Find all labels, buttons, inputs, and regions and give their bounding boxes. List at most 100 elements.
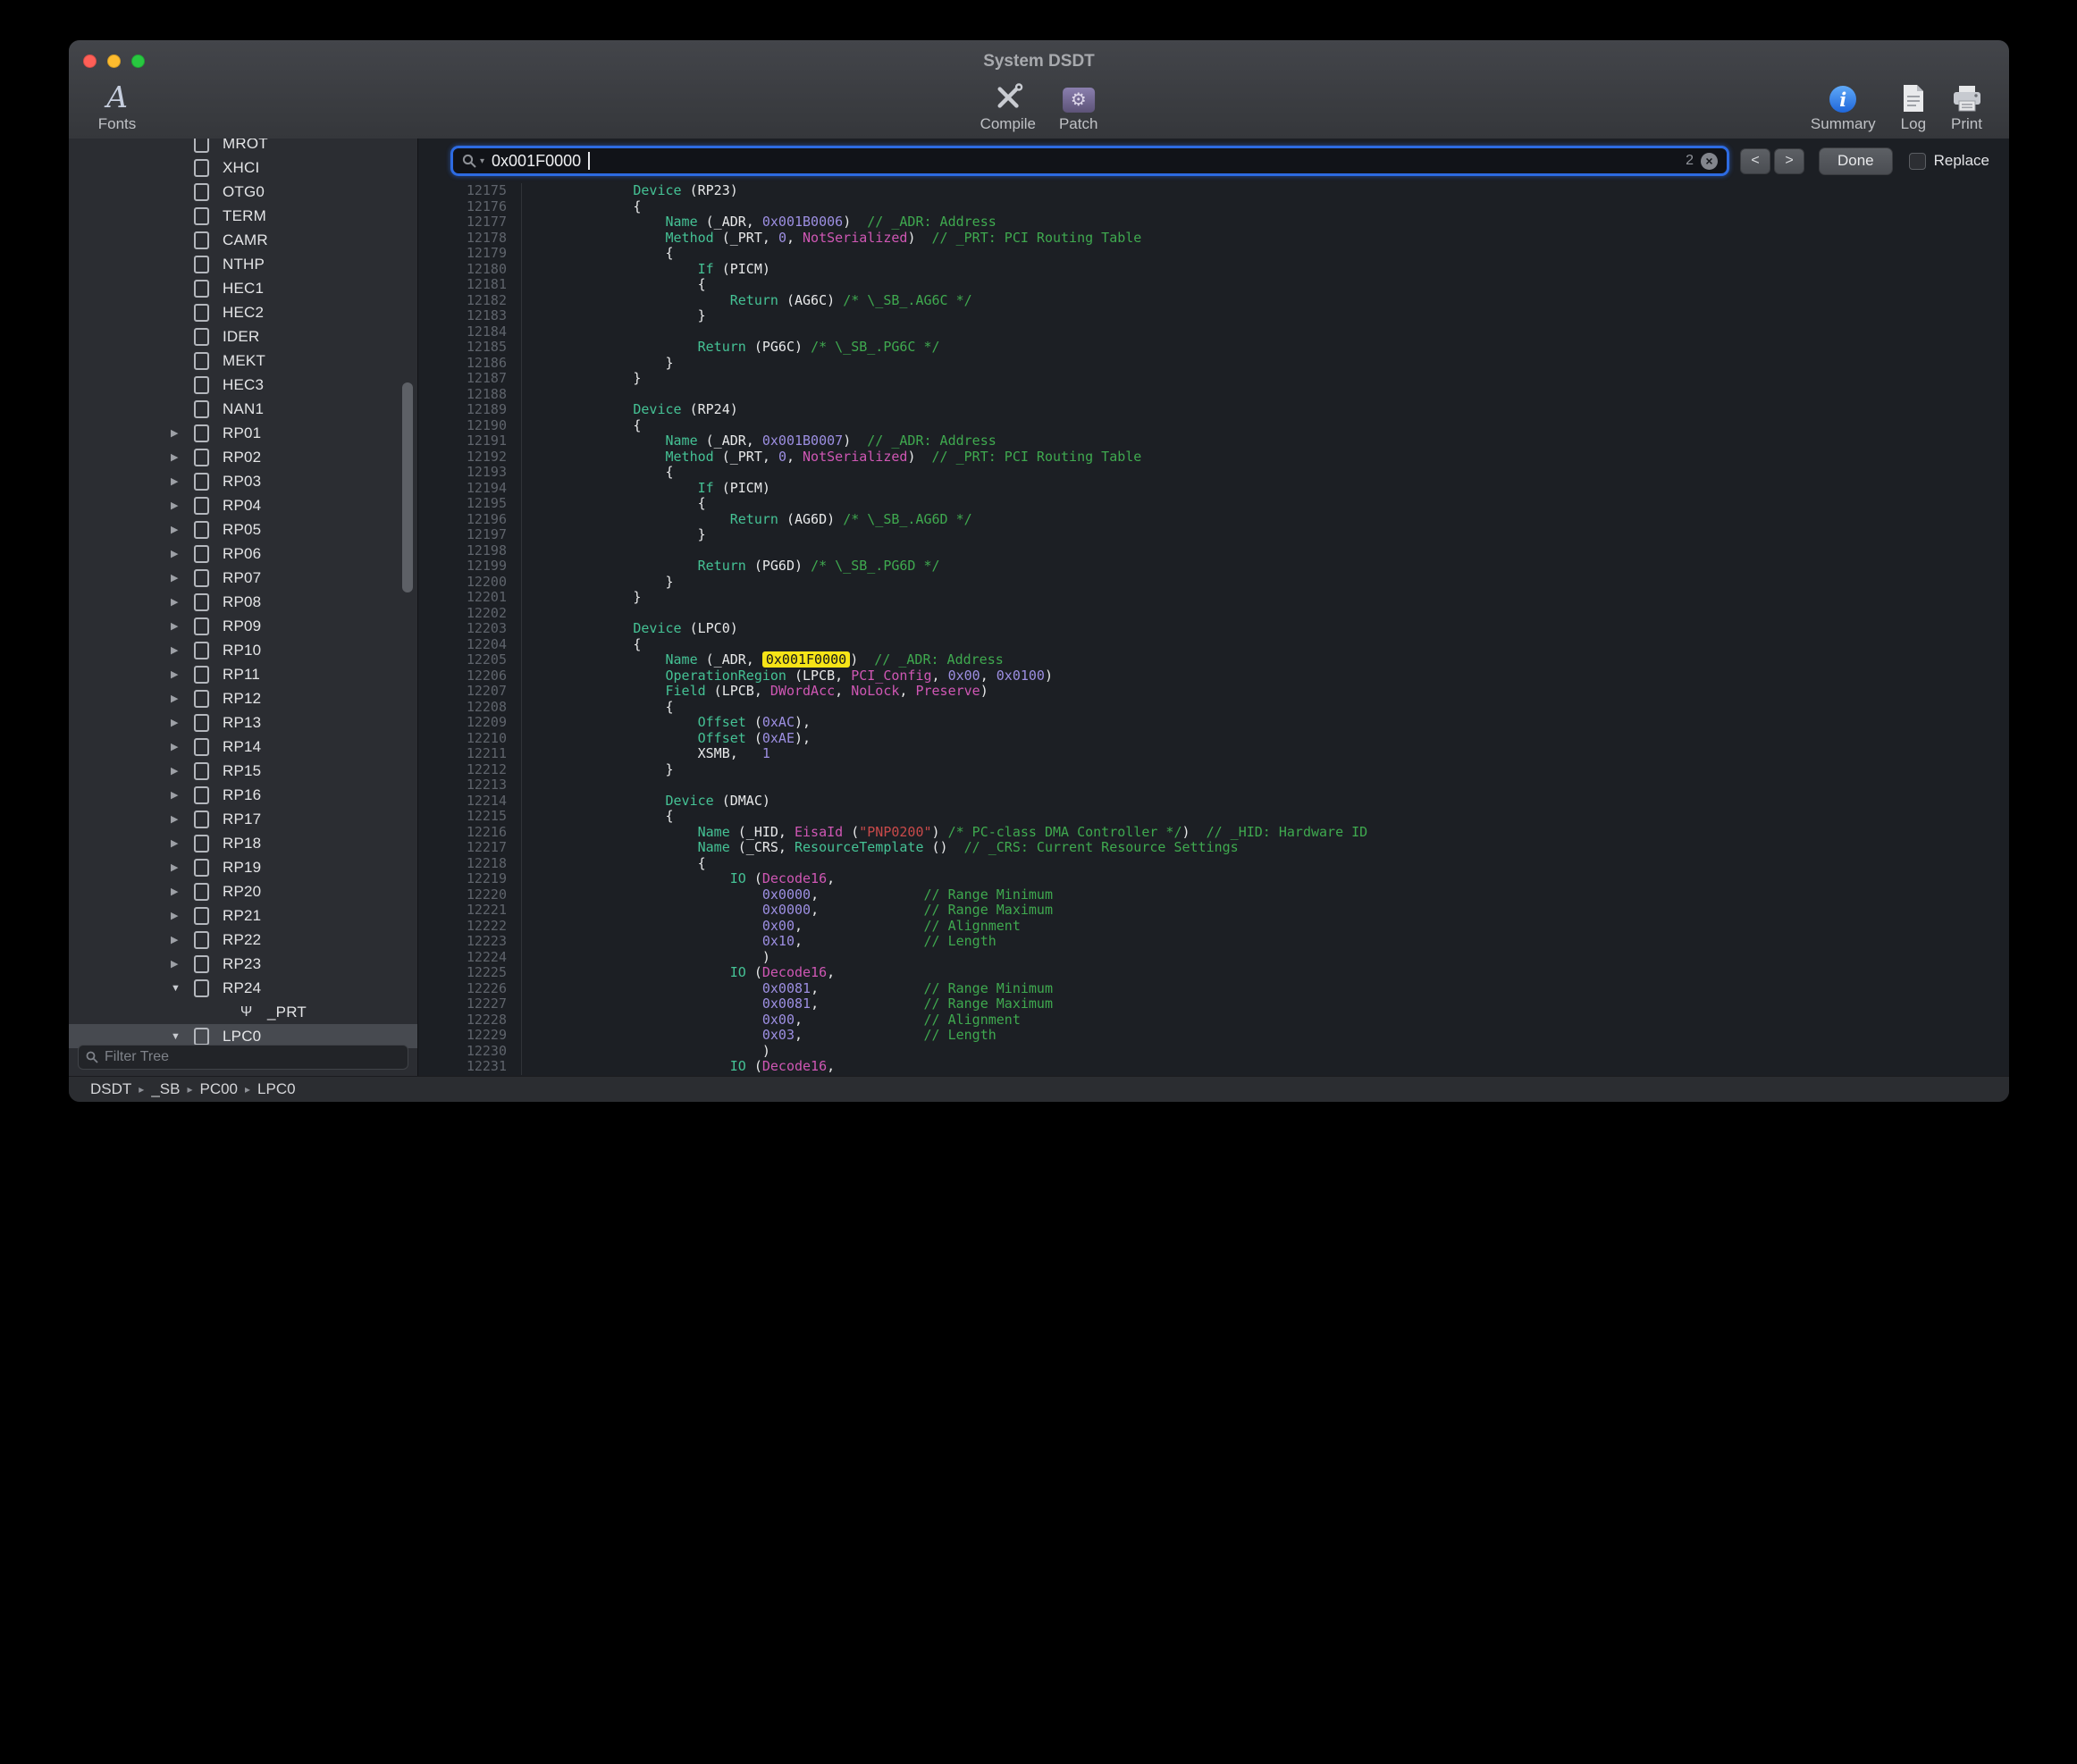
code-token: } (536, 370, 641, 386)
sidebar-item-rp07[interactable]: ▶RP07 (69, 566, 417, 590)
sidebar-item-rp12[interactable]: ▶RP12 (69, 686, 417, 710)
code-token: , (899, 683, 915, 699)
sidebar-item-rp04[interactable]: ▶RP04 (69, 493, 417, 517)
chevron-right-icon[interactable]: ▶ (171, 741, 194, 752)
code-token: Decode16 (762, 964, 827, 980)
code-token: 0x0000 (762, 886, 811, 903)
close-button[interactable] (83, 55, 97, 68)
print-button[interactable]: Print (1951, 81, 1982, 133)
chevron-right-icon[interactable]: ▶ (171, 765, 194, 777)
chevron-right-icon[interactable]: ▶ (171, 644, 194, 656)
chevron-right-icon[interactable]: ▶ (171, 886, 194, 897)
sidebar-item-rp02[interactable]: ▶RP02 (69, 445, 417, 469)
chevron-right-icon[interactable]: ▶ (171, 427, 194, 439)
code-token: /* \_SB_.PG6D */ (811, 558, 940, 574)
clear-search-button[interactable]: × (1701, 153, 1718, 170)
chevron-right-icon[interactable]: ▶ (171, 789, 194, 801)
line-number: 12201 (418, 590, 522, 606)
breadcrumb-item[interactable]: LPC0 (257, 1080, 296, 1098)
sidebar-item-rp21[interactable]: ▶RP21 (69, 903, 417, 928)
code-token: ( (746, 1058, 762, 1074)
sidebar-item-rp16[interactable]: ▶RP16 (69, 783, 417, 807)
chevron-right-icon[interactable]: ▶ (171, 910, 194, 921)
minimize-button[interactable] (107, 55, 121, 68)
sidebar-item-rp03[interactable]: ▶RP03 (69, 469, 417, 493)
chevron-right-icon[interactable]: ▶ (171, 813, 194, 825)
code-token: DWordAcc (770, 683, 835, 699)
code-editor[interactable]: 12175 Device (RP23)12176 {12177 Name (_A… (418, 183, 2009, 1077)
breadcrumb-item[interactable]: DSDT (90, 1080, 131, 1098)
sidebar-item-rp14[interactable]: ▶RP14 (69, 735, 417, 759)
chevron-right-icon[interactable]: ▶ (171, 668, 194, 680)
chevron-right-icon[interactable]: ▶ (171, 837, 194, 849)
sidebar-item-hec3[interactable]: HEC3 (69, 373, 417, 397)
chevron-right-icon[interactable]: ▶ (171, 693, 194, 704)
sidebar-item-rp20[interactable]: ▶RP20 (69, 879, 417, 903)
sidebar-item-rp24[interactable]: ▼RP24 (69, 976, 417, 1000)
sidebar-item-hec1[interactable]: HEC1 (69, 276, 417, 300)
chevron-right-icon[interactable]: ▶ (171, 596, 194, 608)
breadcrumb-item[interactable]: PC00 (199, 1080, 238, 1098)
sidebar-item-rp10[interactable]: ▶RP10 (69, 638, 417, 662)
compile-button[interactable]: Compile (980, 81, 1036, 133)
sidebar-item-nan1[interactable]: NAN1 (69, 397, 417, 421)
sidebar-item-rp19[interactable]: ▶RP19 (69, 855, 417, 879)
chevron-right-icon[interactable]: ▶ (171, 548, 194, 559)
sidebar-item-otg0[interactable]: OTG0 (69, 180, 417, 204)
breadcrumb-item[interactable]: _SB (151, 1080, 180, 1098)
code-token: // _ADR: Address (874, 651, 1004, 668)
sidebar-item-ider[interactable]: IDER (69, 324, 417, 349)
done-button[interactable]: Done (1819, 147, 1893, 175)
patch-button[interactable]: ⚙ Patch (1059, 81, 1097, 133)
chevron-down-icon[interactable]: ▼ (171, 983, 194, 994)
sidebar-item-nthp[interactable]: NTHP (69, 252, 417, 276)
next-match-button[interactable]: > (1774, 148, 1804, 174)
sidebar-item-mekt[interactable]: MEKT (69, 349, 417, 373)
sidebar-item-rp23[interactable]: ▶RP23 (69, 952, 417, 976)
chevron-right-icon[interactable]: ▶ (171, 451, 194, 463)
sidebar-item-camr[interactable]: CAMR (69, 228, 417, 252)
sidebar-item-rp17[interactable]: ▶RP17 (69, 807, 417, 831)
chevron-right-icon[interactable]: ▶ (171, 475, 194, 487)
zoom-button[interactable] (131, 55, 145, 68)
sidebar-item-rp13[interactable]: ▶RP13 (69, 710, 417, 735)
previous-match-button[interactable]: < (1740, 148, 1770, 174)
chevron-right-icon[interactable]: ▶ (171, 958, 194, 970)
sidebar-scrollbar[interactable] (402, 382, 413, 592)
line-number: 12192 (418, 449, 522, 466)
sidebar-item-term[interactable]: TERM (69, 204, 417, 228)
chevron-down-icon[interactable]: ▼ (171, 1031, 194, 1042)
replace-checkbox[interactable] (1909, 153, 1926, 170)
code-token (536, 651, 666, 668)
chevron-right-icon[interactable]: ▶ (171, 620, 194, 632)
chevron-right-icon[interactable]: ▶ (171, 861, 194, 873)
search-input[interactable]: ▾ 0x001F0000 2 × (450, 146, 1729, 176)
chevron-right-icon[interactable]: ▶ (171, 717, 194, 728)
chevron-right-icon[interactable]: ▶ (171, 572, 194, 584)
sidebar-item-rp08[interactable]: ▶RP08 (69, 590, 417, 614)
sidebar-item-rp01[interactable]: ▶RP01 (69, 421, 417, 445)
filter-tree-input[interactable]: Filter Tree (78, 1045, 408, 1070)
sidebar-item-rp15[interactable]: ▶RP15 (69, 759, 417, 783)
code-token: , (827, 870, 835, 886)
sidebar-item-rp11[interactable]: ▶RP11 (69, 662, 417, 686)
sidebar-item-hec2[interactable]: HEC2 (69, 300, 417, 324)
code-text: IO (Decode16, (536, 871, 835, 887)
sidebar-item-rp06[interactable]: ▶RP06 (69, 542, 417, 566)
chevron-right-icon[interactable]: ▶ (171, 524, 194, 535)
sidebar-item-rp22[interactable]: ▶RP22 (69, 928, 417, 952)
replace-toggle[interactable]: Replace (1909, 152, 1989, 170)
sidebar-item-_prt[interactable]: Ψ_PRT (69, 1000, 417, 1024)
log-button[interactable]: Log (1901, 81, 1926, 133)
fonts-button[interactable]: A Fonts (83, 81, 151, 133)
chevron-right-icon[interactable]: ▶ (171, 500, 194, 511)
document-icon (194, 473, 209, 491)
sidebar-item-mrot[interactable]: MROT (69, 139, 417, 155)
sidebar-item-rp18[interactable]: ▶RP18 (69, 831, 417, 855)
chevron-right-icon[interactable]: ▶ (171, 934, 194, 945)
sidebar-item-xhci[interactable]: XHCI (69, 155, 417, 180)
summary-button[interactable]: i Summary (1811, 81, 1876, 133)
sidebar-item-rp05[interactable]: ▶RP05 (69, 517, 417, 542)
sidebar-item-rp09[interactable]: ▶RP09 (69, 614, 417, 638)
code-text: Return (AG6D) /* \_SB_.AG6D */ (536, 512, 972, 528)
